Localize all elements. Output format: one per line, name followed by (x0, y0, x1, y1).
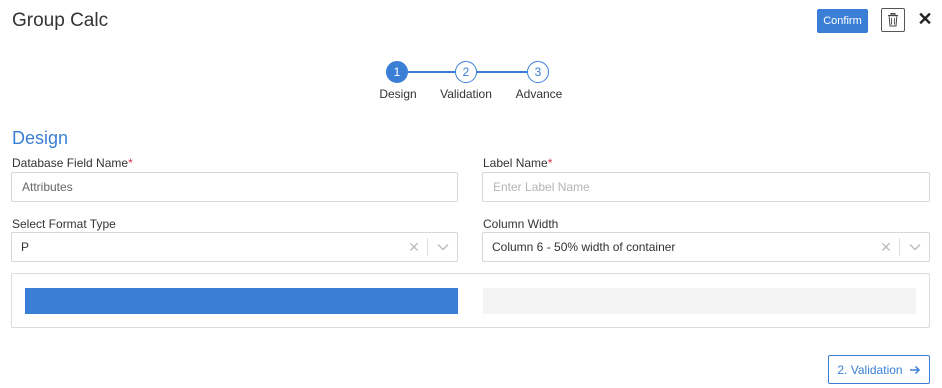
column-width-select[interactable]: Column 6 - 50% width of container ✕ (482, 232, 930, 262)
clear-icon[interactable]: ✕ (877, 239, 895, 256)
preview-empty-column (483, 288, 916, 314)
trash-icon (888, 13, 898, 27)
step-3-label: Advance (515, 87, 563, 101)
required-marker: * (547, 156, 553, 170)
arrow-right-icon (909, 365, 920, 374)
db-field-name-label: Database Field Name* (12, 156, 133, 170)
step-2-indicator[interactable]: 2 (455, 61, 477, 83)
step-3-indicator[interactable]: 3 (527, 61, 549, 83)
step-1-indicator[interactable]: 1 (386, 61, 408, 83)
step-2-label: Validation (440, 87, 492, 101)
db-field-name-input[interactable]: Attributes (11, 172, 458, 202)
format-type-select[interactable]: P ✕ (11, 232, 458, 262)
step-1-label: Design (379, 87, 417, 101)
label-name-label: Label Name* (483, 156, 553, 170)
select-divider (427, 238, 428, 256)
confirm-button[interactable]: Confirm (817, 9, 868, 33)
column-width-label: Column Width (483, 217, 559, 231)
format-type-label: Select Format Type (12, 217, 116, 231)
preview-active-column (25, 288, 458, 314)
select-divider (899, 238, 900, 256)
stepper-connector (476, 71, 527, 73)
chevron-down-icon[interactable] (906, 243, 924, 251)
next-step-button[interactable]: 2. Validation (828, 355, 930, 384)
next-step-label: 2. Validation (837, 362, 903, 377)
stepper-connector (408, 71, 456, 73)
delete-button[interactable] (881, 8, 905, 32)
column-width-value: Column 6 - 50% width of container (492, 240, 676, 254)
dialog-title: Group Calc (12, 10, 109, 31)
clear-icon[interactable]: ✕ (405, 239, 423, 256)
chevron-down-icon[interactable] (434, 243, 452, 251)
section-title: Design (12, 128, 69, 148)
close-icon[interactable]: ✕ (917, 9, 933, 29)
required-marker: * (128, 156, 133, 170)
label-name-input[interactable]: Enter Label Name (482, 172, 930, 202)
format-type-value: P (21, 240, 30, 254)
